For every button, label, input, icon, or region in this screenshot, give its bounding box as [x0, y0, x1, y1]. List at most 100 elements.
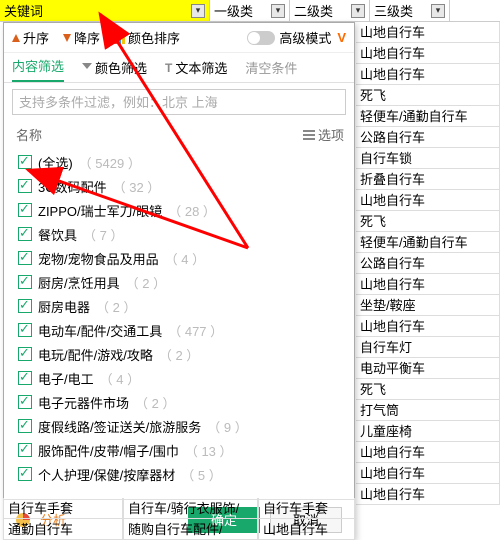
col-level1-label: 一级类: [214, 1, 253, 20]
list-item[interactable]: 3C数码配件 （ 32 ）: [18, 174, 354, 198]
col-level2-label: 二级类: [294, 1, 333, 20]
item-label: (全选): [38, 153, 73, 172]
filter-dropdown-icon[interactable]: [431, 4, 445, 18]
item-count: （ 5429 ）: [79, 153, 141, 172]
data-cell: 折叠自行车: [356, 169, 500, 190]
list-item[interactable]: 厨房电器 （ 2 ）: [18, 294, 354, 318]
checkbox[interactable]: [18, 155, 32, 169]
item-label: 个人护理/保健/按摩器材: [38, 465, 175, 484]
data-cell: 山地自行车: [356, 22, 500, 43]
item-label: ZIPPO/瑞士军刀/眼镜: [38, 201, 162, 220]
data-cell: 山地自行车: [356, 463, 500, 484]
data-cell: 山地自行车: [356, 442, 500, 463]
item-count: （ 2 ）: [159, 345, 199, 364]
options-label: 选项: [318, 125, 344, 144]
checkbox[interactable]: [18, 179, 32, 193]
options-button[interactable]: 选项: [303, 125, 344, 144]
checkbox[interactable]: [18, 323, 32, 337]
checkbox[interactable]: [18, 443, 32, 457]
item-count: （ 2 ）: [135, 393, 175, 412]
list-item[interactable]: 电子元器件市场 （ 2 ）: [18, 390, 354, 414]
list-item[interactable]: 服饰配件/皮带/帽子/围巾 （ 13 ）: [18, 438, 354, 462]
bottom-rows-peek: 自行车手套 自行车/骑行衣服饰/ 自行车手套 通勤自行车 随购自行车配件/ 山地…: [3, 498, 355, 540]
col-level1: 一级类: [210, 0, 290, 21]
cell: 自行车手套: [258, 498, 355, 519]
sort-color-label: 颜色排序: [128, 28, 180, 47]
list-item[interactable]: ZIPPO/瑞士军刀/眼镜（ 28 ）: [18, 198, 354, 222]
menu-icon: [303, 130, 315, 140]
checkbox[interactable]: [18, 419, 32, 433]
item-label: 服饰配件/皮带/帽子/围巾: [38, 441, 179, 460]
color-bars-icon: [114, 32, 125, 44]
item-count: （ 7 ）: [83, 225, 123, 244]
search-input[interactable]: [12, 89, 346, 115]
item-count: （ 32 ）: [113, 177, 161, 196]
item-label: 电子元器件市场: [38, 393, 129, 412]
item-count: （ 477 ）: [168, 321, 223, 340]
item-count: （ 5 ）: [181, 465, 221, 484]
item-label: 度假线路/签证送关/旅游服务: [38, 417, 201, 436]
filter-tabs: 内容筛选 颜色筛选 T 文本筛选 清空条件: [4, 53, 354, 83]
list-item[interactable]: 电动车/配件/交通工具（ 477 ）: [18, 318, 354, 342]
checkbox[interactable]: [18, 299, 32, 313]
data-cell: 轻便车/通勤自行车: [356, 232, 500, 253]
cell: 通勤自行车: [3, 519, 123, 540]
checkbox[interactable]: [18, 227, 32, 241]
item-label: 电玩/配件/游戏/攻略: [38, 345, 153, 364]
filter-dropdown-icon[interactable]: [351, 4, 365, 18]
list-item[interactable]: 个人护理/保健/按摩器材 （ 5 ）: [18, 462, 354, 486]
clear-filters-button[interactable]: 清空条件: [245, 58, 297, 82]
checkbox[interactable]: [18, 347, 32, 361]
list-item[interactable]: (全选) （ 5429 ）: [18, 150, 354, 174]
list-item[interactable]: 厨房/烹饪用具（ 2 ）: [18, 270, 354, 294]
checkbox[interactable]: [18, 203, 32, 217]
item-count: （ 2 ）: [96, 297, 136, 316]
data-cell: 死飞: [356, 211, 500, 232]
advanced-toggle[interactable]: [247, 31, 275, 45]
data-cell: 山地自行车: [356, 484, 500, 505]
item-label: 3C数码配件: [38, 177, 107, 196]
item-count: （ 13 ）: [185, 441, 233, 460]
checkbox[interactable]: [18, 275, 32, 289]
right-data-column: 山地自行车山地自行车山地自行车死飞轻便车/通勤自行车公路自行车自行车锁折叠自行车…: [356, 22, 500, 505]
item-count: （ 9 ）: [207, 417, 247, 436]
sort-asc-button[interactable]: 升序: [12, 28, 49, 47]
tab-content-filter[interactable]: 内容筛选: [12, 56, 64, 82]
list-item[interactable]: 餐饮具 （ 7 ）: [18, 222, 354, 246]
data-cell: 公路自行车: [356, 253, 500, 274]
sort-color-button[interactable]: 颜色排序: [114, 28, 180, 47]
data-cell: 轻便车/通勤自行车: [356, 106, 500, 127]
sort-desc-button[interactable]: 降序: [63, 28, 100, 47]
list-item[interactable]: 度假线路/签证送关/旅游服务 （ 9 ）: [18, 414, 354, 438]
data-cell: 自行车灯: [356, 337, 500, 358]
filter-dropdown-icon[interactable]: [271, 4, 285, 18]
tab-text-filter[interactable]: T 文本筛选: [165, 58, 227, 82]
cell: 山地自行车: [258, 519, 355, 540]
sort-row: 升序 降序 颜色排序 高级模式 V: [4, 23, 354, 53]
list-item[interactable]: 电子/电工（ 4 ）: [18, 366, 354, 390]
tab-color-filter[interactable]: 颜色筛选: [82, 58, 147, 82]
data-cell: 打气筒: [356, 400, 500, 421]
item-label: 宠物/宠物食品及用品: [38, 249, 159, 268]
list-header-name: 名称: [16, 125, 42, 144]
item-label: 餐饮具: [38, 225, 77, 244]
column-headers: 关键词 一级类 二级类 三级类: [0, 0, 500, 22]
sort-asc-label: 升序: [23, 28, 49, 47]
checkbox[interactable]: [18, 251, 32, 265]
list-item[interactable]: 宠物/宠物食品及用品（ 4 ）: [18, 246, 354, 270]
data-cell: 坐垫/鞍座: [356, 295, 500, 316]
checkbox[interactable]: [18, 371, 32, 385]
text-icon: T: [165, 61, 172, 75]
filter-panel: 升序 降序 颜色排序 高级模式 V 内容筛选 颜色筛选 T 文本筛选 清空条件: [3, 22, 355, 540]
cell: 自行车手套: [3, 498, 123, 519]
tab-text-label: 文本筛选: [175, 58, 227, 77]
checkbox[interactable]: [18, 467, 32, 481]
item-label: 厨房电器: [38, 297, 90, 316]
cell: 自行车/骑行衣服饰/: [123, 498, 258, 519]
data-cell: 山地自行车: [356, 274, 500, 295]
list-item[interactable]: 电玩/配件/游戏/攻略 （ 2 ）: [18, 342, 354, 366]
list-header-row: 名称 选项: [4, 121, 354, 148]
checkbox[interactable]: [18, 395, 32, 409]
filter-dropdown-icon[interactable]: [191, 4, 205, 18]
data-cell: 自行车锁: [356, 148, 500, 169]
